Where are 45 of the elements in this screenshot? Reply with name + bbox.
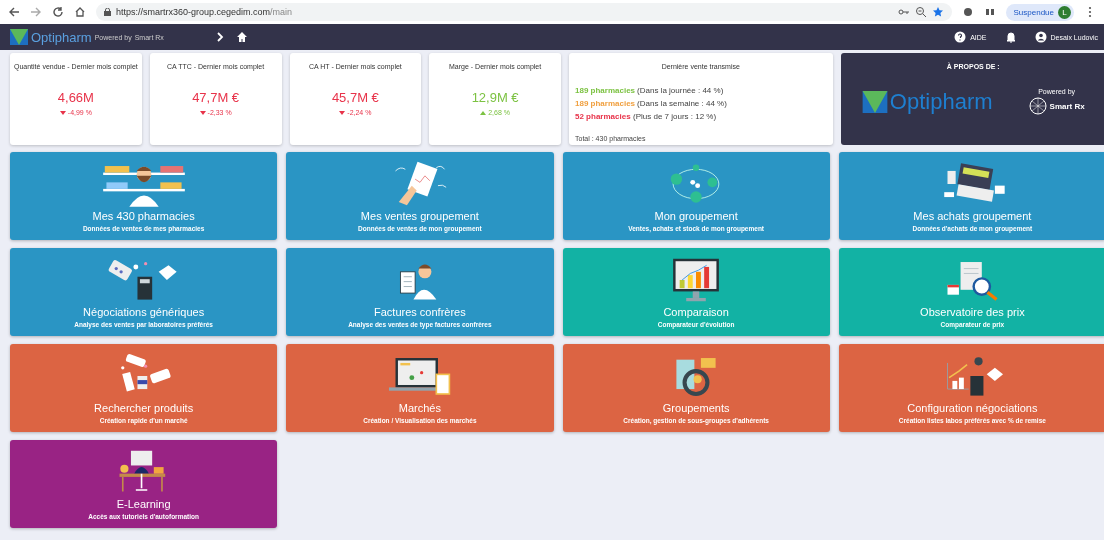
bell-icon[interactable] [1004,31,1017,43]
logo-text: Optipharm [889,88,993,115]
tile-title: Configuration négociations [907,402,1038,414]
address-bar[interactable]: https://smartrx360-group.cegedim.com/main [96,3,952,21]
tile-title: Comparaison [663,306,729,318]
user-icon [1034,31,1047,43]
logo-text: Optipharm [31,29,92,45]
key-icon[interactable] [897,6,910,18]
reload-icon[interactable] [52,6,64,18]
home-icon[interactable] [235,31,248,43]
back-icon[interactable] [8,6,20,18]
tile-title: Rechercher produits [94,402,194,414]
kpi-value: 12,9M € [471,90,519,105]
kpi-value: 4,66M [57,90,94,105]
tile-title: Mes ventes groupement [360,210,479,222]
logo-icon [861,90,888,113]
pharmacy-count: 189 pharmacies [575,86,636,95]
home-icon[interactable] [74,6,86,18]
url-text: https://smartrx360-group.cegedim.com/main [116,7,293,17]
tile-title: Mes achats groupement [913,210,1032,222]
lock-icon [104,8,111,16]
tile-title: Négociations génériques [83,306,205,318]
logo-icon [10,29,28,45]
partner-text: Smart Rx [1049,101,1085,111]
kpi-value: 45,7M € [331,90,379,105]
help-icon [954,31,967,43]
tile-title: E-Learning [116,498,171,510]
tile-title: Groupements [662,402,730,414]
pharmacy-share: (Dans la semaine : 44 %) [637,99,727,108]
tile-title: Factures confrères [374,306,466,318]
pharmacy-count: 52 pharmacies [575,112,631,121]
tile-title: Mon groupement [654,210,738,222]
avatar-circle: L [1058,5,1071,19]
tile-title: Observatoire des prix [920,306,1025,318]
pharmacy-share: (Dans la journée : 44 %) [637,86,724,95]
pharmacy-count: 189 pharmacies [575,99,636,108]
tile-title: Mes 430 pharmacies [92,210,195,222]
kpi-value: 47,7M € [192,90,240,105]
tile-title: Marchés [398,402,441,414]
zoom-out-icon[interactable] [914,6,927,18]
pharmacy-share: (Plus de 7 jours : 12 %) [633,112,717,121]
circle-icon[interactable] [961,6,974,18]
globe-icon [1028,97,1047,115]
star-icon[interactable] [931,6,944,18]
profile-button[interactable]: Suspendue L [1005,3,1074,21]
